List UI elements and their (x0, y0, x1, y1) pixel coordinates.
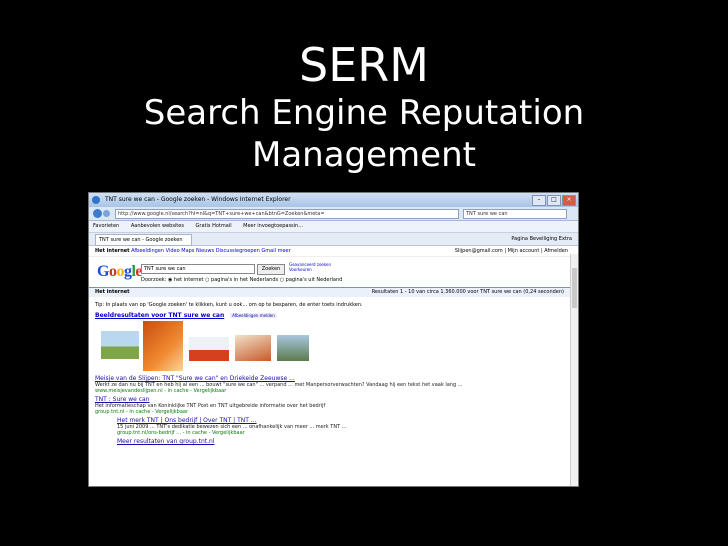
image-thumbnails (97, 321, 578, 373)
window-title: TNT sure we can - Google zoeken - Window… (105, 196, 291, 203)
result-url[interactable]: group.tnt.nl - in cache - Vergelijkbaar (95, 409, 572, 415)
image-results-link[interactable]: Beeldresultaten voor TNT sure we can (95, 312, 224, 319)
address-input[interactable]: http://www.google.nl/search?hl=nl&q=TNT+… (115, 209, 459, 219)
slide-heading: SERM (299, 38, 429, 92)
results-label: Het internet (95, 289, 130, 295)
window-controls: – □ × (532, 195, 576, 206)
thumbnail-image[interactable] (143, 321, 183, 371)
google-logo[interactable]: Google (97, 263, 142, 281)
thumbnail-image[interactable] (235, 335, 271, 361)
browser-screenshot: TNT sure we can - Google zoeken - Window… (88, 192, 579, 487)
ie-logo-icon (92, 196, 100, 204)
more-results-link[interactable]: Meer resultaten van group.tnt.nl (117, 439, 572, 445)
google-header: Google TNT sure we can Zoeken Geavanceer… (89, 257, 578, 287)
address-bar-row: http://www.google.nl/search?hl=nl&q=TNT+… (89, 207, 578, 221)
slide-subtitle-line2: Management (252, 135, 476, 175)
thumbnail-image[interactable] (189, 337, 229, 361)
favorites-item[interactable]: Aanbevolen websites (131, 223, 184, 229)
thumbnail-image[interactable] (277, 335, 309, 361)
radio-option[interactable]: pagina's in het Nederlands (211, 277, 278, 283)
slide-title: SERM Search Engine Reputation Management (0, 38, 728, 176)
google-bar: Het internet Afbeeldingen Video Maps Nie… (89, 246, 578, 257)
results-bar: Het internet Resultaten 1 - 10 van circa… (89, 287, 578, 297)
result-url[interactable]: group.tnt.nl/ons-bedrijf ... - in cache … (117, 430, 572, 436)
radio-option[interactable]: het internet (174, 277, 204, 283)
scrollbar[interactable] (570, 254, 578, 486)
gbar-item[interactable]: Gmail (261, 248, 276, 254)
browser-search-input[interactable]: TNT sure we can (463, 209, 567, 219)
image-results-header: Beeldresultaten voor TNT sure we can Afb… (89, 310, 578, 321)
close-icon[interactable]: × (562, 195, 576, 206)
search-result: Het merk TNT | Ons bedrijf | Over TNT | … (89, 418, 578, 437)
tab-bar: TNT sure we can - Google zoeken Pagina B… (89, 233, 578, 246)
tab-google-search[interactable]: TNT sure we can - Google zoeken (95, 234, 192, 246)
command-bar[interactable]: Pagina Beveiliging Extra (511, 234, 572, 244)
slide-subtitle-line1: Search Engine Reputation (143, 93, 585, 133)
results-stats: Resultaten 1 - 10 van circa 1.360.000 vo… (371, 289, 564, 295)
advanced-search-link[interactable]: Geavanceerd zoeken Voorkeuren (289, 262, 349, 272)
google-search-input[interactable]: TNT sure we can (141, 264, 255, 274)
search-scope-radios: Doorzoek: ◉ het internet ○ pagina's in h… (141, 277, 343, 283)
favorites-item[interactable]: Gratis Hotmail (196, 223, 232, 229)
search-result: Meer resultaten van group.tnt.nl (89, 439, 578, 445)
gbar-item[interactable]: Het internet (95, 248, 130, 254)
forward-icon[interactable] (103, 210, 110, 217)
favorites-item[interactable]: Favorieten (93, 223, 119, 229)
gbar-item[interactable]: Nieuws (196, 248, 214, 254)
account-links[interactable]: Slijpen@gmail.com | Mijn account | Afmel… (455, 246, 568, 256)
window-titlebar: TNT sure we can - Google zoeken - Window… (89, 193, 578, 207)
minimize-icon[interactable]: – (532, 195, 546, 206)
result-url[interactable]: www.meisjevandeslijpen.nl - in cache - V… (95, 388, 572, 394)
maximize-icon[interactable]: □ (547, 195, 561, 206)
radio-option[interactable]: pagina's uit Nederland (286, 277, 343, 283)
gbar-item[interactable]: Maps (181, 248, 194, 254)
search-result: TNT : Sure we can Het informatieschap va… (89, 397, 578, 416)
search-result: Meisje van de Slijpen: TNT "Sure we can"… (89, 376, 578, 395)
favorites-bar: Favorieten Aanbevolen websites Gratis Ho… (89, 221, 578, 233)
gbar-item[interactable]: Discussiegroepen (216, 248, 260, 254)
gbar-item[interactable]: Afbeeldingen (131, 248, 164, 254)
favorites-item[interactable]: Meer invoegtoepassin... (243, 223, 303, 229)
gbar-item[interactable]: meer (278, 248, 291, 254)
scrollbar-thumb[interactable] (572, 268, 577, 308)
search-tip: Tip: In plaats van op 'Google zoeken' te… (95, 302, 363, 308)
back-icon[interactable] (93, 209, 102, 218)
gbar-item[interactable]: Video (166, 248, 180, 254)
thumbnail-image[interactable] (101, 331, 139, 359)
radio-label: Doorzoek: (141, 277, 167, 283)
search-button[interactable]: Zoeken (257, 264, 285, 275)
image-results-more[interactable]: Afbeeldingen melden (230, 313, 277, 318)
